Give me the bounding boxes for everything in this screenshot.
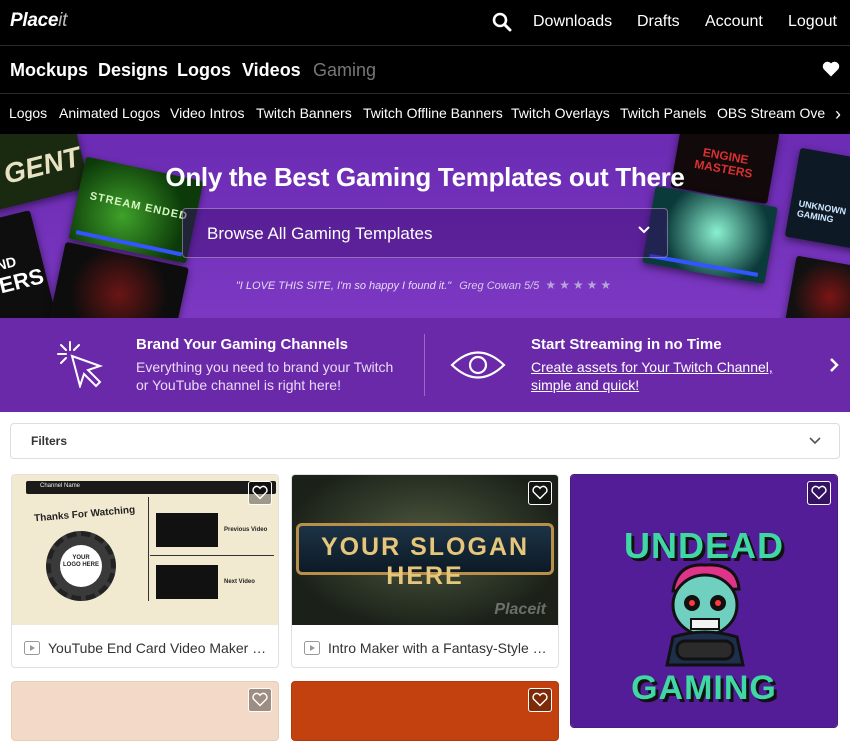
feature-streaming-title: Start Streaming in no Time xyxy=(531,336,722,353)
testimonial-author: Greg Cowan 5/5 xyxy=(459,280,540,292)
subnav-video-intros[interactable]: Video Intros xyxy=(170,105,244,121)
end-card-thanks: Thanks For Watching xyxy=(33,504,136,525)
template-caption: Intro Maker with a Fantasy-Style Slogan xyxy=(292,625,558,667)
template-title[interactable]: YouTube End Card Video Maker for Gamers xyxy=(48,640,270,656)
end-card-next: Next Video xyxy=(224,579,255,585)
feature-streaming-link[interactable]: Create assets for Your Twitch Channel, s… xyxy=(531,358,773,394)
cursor-click-icon xyxy=(57,341,104,388)
drafts-link[interactable]: Drafts xyxy=(637,13,680,31)
heart-outline-icon xyxy=(252,692,268,707)
top-bar: Placeit Downloads Drafts Account Logout xyxy=(0,0,850,46)
subnav-logos[interactable]: Logos xyxy=(9,105,47,121)
template-card[interactable] xyxy=(11,681,279,741)
hero-title: Only the Best Gaming Templates out There xyxy=(165,162,685,192)
features-strip: Brand Your Gaming Channels Everything yo… xyxy=(0,318,850,412)
hero-banner: GENT ND ERS STREAM ENDED ENGINE MASTERS … xyxy=(0,134,850,318)
zombie-gamer-icon xyxy=(665,563,745,667)
subnav-twitch-overlays[interactable]: Twitch Overlays xyxy=(511,105,610,121)
placeit-watermark: Placeit xyxy=(494,601,546,618)
subnav-twitch-offline-banners[interactable]: Twitch Offline Banners xyxy=(363,105,503,121)
heart-outline-icon xyxy=(811,485,827,500)
heart-outline-icon xyxy=(532,485,548,500)
category-mockups[interactable]: Mockups xyxy=(10,60,88,81)
search-icon[interactable] xyxy=(492,12,512,32)
category-nav: Mockups Designs Logos Videos Gaming xyxy=(0,46,850,94)
template-thumbnail[interactable]: Channel Name Thanks For Watching YOUR LO… xyxy=(12,475,278,625)
slogan-text: YOUR SLOGAN HERE xyxy=(320,533,530,590)
favorite-button[interactable] xyxy=(807,481,831,505)
feature-brand-line2: or YouTube channel is right here! xyxy=(136,377,341,393)
placeit-logo[interactable]: Placeit xyxy=(10,10,67,32)
feature-streaming-line2[interactable]: simple and quick! xyxy=(531,376,773,394)
browse-templates-label: Browse All Gaming Templates xyxy=(207,224,433,243)
end-card-logo: YOUR LOGO HERE xyxy=(63,555,100,568)
template-card[interactable]: Channel Name Thanks For Watching YOUR LO… xyxy=(11,474,279,668)
template-thumbnail[interactable]: YOUR SLOGAN HERE Placeit xyxy=(292,475,558,625)
template-thumbnail[interactable]: UNDEAD GAMING xyxy=(571,475,837,727)
subnav-scroll-right-icon[interactable]: › xyxy=(826,94,850,134)
gaming-subnav: Logos Animated Logos Video Intros Twitch… xyxy=(0,94,850,134)
filters-label: Filters xyxy=(31,434,68,448)
heart-icon[interactable] xyxy=(822,60,840,78)
tile-text-unknown: UNKNOWN GAMING xyxy=(796,198,847,225)
end-card-channel-name: Channel Name xyxy=(40,483,81,489)
heart-outline-icon xyxy=(532,692,548,707)
favorite-button[interactable] xyxy=(528,688,552,712)
favorite-button[interactable] xyxy=(248,688,272,712)
testimonial: "I LOVE THIS SITE, I'm so happy I found … xyxy=(0,278,850,292)
logout-link[interactable]: Logout xyxy=(788,13,837,31)
subnav-animated-logos[interactable]: Animated Logos xyxy=(59,105,160,121)
chevron-down-icon xyxy=(638,226,650,234)
account-link[interactable]: Account xyxy=(705,13,763,31)
category-videos[interactable]: Videos xyxy=(242,60,301,81)
chevron-right-icon[interactable] xyxy=(828,356,840,374)
feature-streaming-line1[interactable]: Create assets for Your Twitch Channel, xyxy=(531,358,773,376)
template-card[interactable]: YOUR SLOGAN HERE Placeit Intro Maker wit… xyxy=(291,474,559,668)
logo-text-tail: it xyxy=(58,10,68,31)
template-card[interactable] xyxy=(291,681,559,741)
template-caption: YouTube End Card Video Maker for Gamers xyxy=(12,625,278,667)
category-logos[interactable]: Logos xyxy=(177,60,231,81)
template-card[interactable]: UNDEAD GAMING xyxy=(570,474,838,728)
browse-templates-dropdown[interactable]: Browse All Gaming Templates xyxy=(182,208,668,258)
category-designs[interactable]: Designs xyxy=(98,60,168,81)
tile-text-stream-ended: STREAM ENDED xyxy=(88,190,189,223)
gaming-text: GAMING xyxy=(631,669,777,707)
heart-outline-icon xyxy=(252,485,268,500)
downloads-link[interactable]: Downloads xyxy=(533,13,612,31)
rating-stars-icon: ★★★★★ xyxy=(545,278,615,292)
feature-brand-description: Everything you need to brand your Twitch… xyxy=(136,358,393,394)
logo-text: Place xyxy=(10,10,59,31)
favorite-button[interactable] xyxy=(528,481,552,505)
feature-brand-title: Brand Your Gaming Channels xyxy=(136,336,348,353)
feature-brand-line1: Everything you need to brand your Twitch xyxy=(136,359,394,375)
video-play-icon xyxy=(24,641,40,655)
end-card-previous: Previous Video xyxy=(224,527,268,533)
category-gaming[interactable]: Gaming xyxy=(313,60,376,81)
testimonial-quote: "I LOVE THIS SITE, I'm so happy I found … xyxy=(235,280,452,292)
favorite-button[interactable] xyxy=(248,481,272,505)
eye-icon xyxy=(450,351,506,379)
template-title[interactable]: Intro Maker with a Fantasy-Style Slogan xyxy=(328,640,550,656)
chevron-down-icon xyxy=(809,437,821,445)
nd-ers-logo-tile: ND ERS xyxy=(0,210,57,318)
subnav-twitch-banners[interactable]: Twitch Banners xyxy=(256,105,352,121)
subnav-twitch-panels[interactable]: Twitch Panels xyxy=(620,105,706,121)
video-play-icon xyxy=(304,641,320,655)
filters-dropdown[interactable]: Filters xyxy=(10,423,840,459)
features-divider xyxy=(424,334,425,396)
